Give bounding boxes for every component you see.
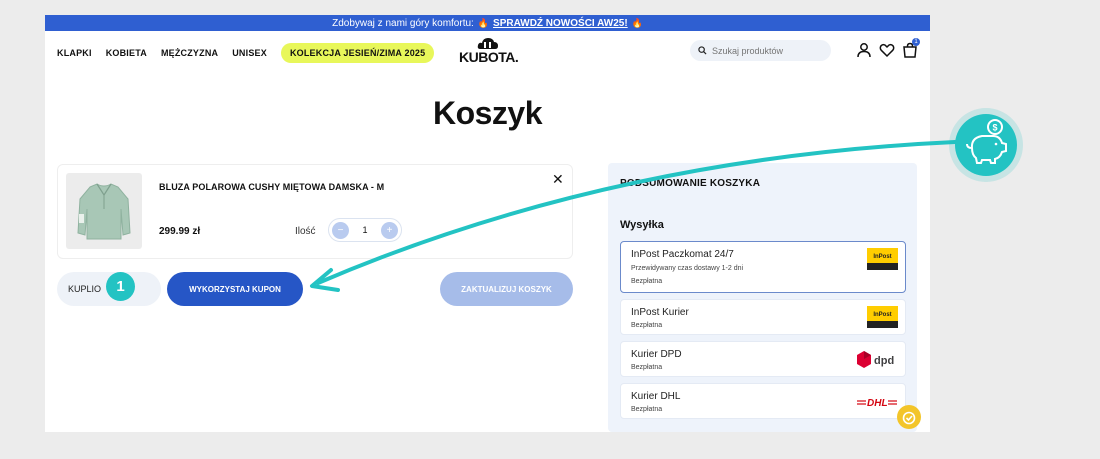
shipping-option-price: Bezpłatna	[631, 278, 663, 285]
product-price: 299.99 zł	[159, 226, 201, 237]
promo-text: Zdobywaj z nami góry komfortu:	[332, 17, 474, 29]
nav-item-collection[interactable]: KOLEKCJA JESIEŃ/ZIMA 2025	[280, 43, 435, 63]
cloud-logo-icon	[477, 38, 498, 49]
remove-item-icon[interactable]: ✕	[552, 171, 564, 188]
nav-item-kobieta[interactable]: KOBIETA	[106, 48, 147, 58]
shipping-option-price: Bezpłatna	[631, 406, 663, 413]
kubota-logo[interactable]: KUBOTA.	[459, 37, 519, 65]
quantity-stepper: − 1 +	[328, 218, 402, 242]
svg-text:InPost: InPost	[873, 254, 891, 260]
main-nav: KLAPKI KOBIETA MĘŻCZYZNA UNISEX KOLEKCJA…	[57, 43, 435, 63]
promo-bar[interactable]: Zdobywaj z nami góry komfortu: 🔥 SPRAWDŹ…	[45, 15, 930, 31]
page-title: Koszyk	[432, 95, 543, 131]
svg-text:$: $	[992, 123, 997, 133]
promo-link[interactable]: SPRAWDŹ NOWOŚCI AW25!	[493, 18, 628, 29]
shipping-option-price: Bezpłatna	[631, 364, 663, 371]
cart-count-badge: 1	[912, 38, 920, 46]
svg-text:InPost: InPost	[873, 312, 891, 318]
shipping-option-dpd[interactable]: Kurier DPD Bezpłatna dpd	[620, 341, 906, 377]
shipping-option-inpost-paczkomat[interactable]: InPost Paczkomat 24/7 Przewidywany czas …	[620, 241, 906, 293]
coupon-code-text: KUPLIO	[68, 284, 102, 294]
quantity-label: Ilość	[295, 226, 316, 237]
inpost-logo-icon: InPost	[867, 248, 898, 270]
shipping-label: Wysyłka	[620, 219, 664, 231]
product-name[interactable]: BLUZA POLAROWA CUSHY MIĘTOWA DAMSKA - M	[159, 182, 384, 192]
piggy-bank-badge: $	[955, 114, 1017, 176]
user-icon[interactable]	[856, 42, 872, 58]
update-cart-button[interactable]: ZAKTUALIZUJ KOSZYK	[440, 272, 573, 306]
increase-quantity-button[interactable]: +	[380, 221, 398, 239]
shipping-option-name: Kurier DPD	[631, 349, 682, 360]
cart-summary-panel: PODSUMOWANIE KOSZYKA Wysyłka InPost Pacz…	[608, 163, 917, 432]
shipping-option-inpost-kurier[interactable]: InPost Kurier Bezpłatna InPost	[620, 299, 906, 335]
piggy-bank-icon: $	[966, 119, 1007, 164]
rewards-widget-button[interactable]	[897, 405, 921, 429]
search-input[interactable]	[712, 45, 822, 56]
shipping-option-name: Kurier DHL	[631, 391, 681, 402]
shipping-option-price: Bezpłatna	[631, 322, 663, 329]
logo-text: KUBOTA.	[459, 49, 519, 65]
cart-button[interactable]: 1	[902, 38, 920, 58]
shipping-option-eta: Przewidywany czas dostawy 1-2 dni	[631, 265, 744, 272]
nav-item-klapki[interactable]: KLAPKI	[57, 48, 92, 58]
summary-title: PODSUMOWANIE KOSZYKA	[620, 178, 761, 189]
cart-item-card: BLUZA POLAROWA CUSHY MIĘTOWA DAMSKA - M …	[57, 164, 573, 259]
svg-text:DHL: DHL	[867, 398, 888, 409]
dhl-logo-icon: DHL	[857, 398, 897, 409]
timer-icon	[902, 411, 916, 425]
fleece-jacket-image	[77, 183, 131, 240]
browser-page: Zdobywaj z nami góry komfortu: 🔥 SPRAWDŹ…	[45, 15, 930, 432]
decrease-quantity-button[interactable]: −	[332, 221, 349, 239]
search-box[interactable]	[690, 40, 831, 61]
search-icon	[698, 46, 707, 55]
nav-item-unisex[interactable]: UNISEX	[232, 48, 267, 58]
nav-item-mezczyzna[interactable]: MĘŻCZYZNA	[161, 48, 218, 58]
shipping-option-name: InPost Paczkomat 24/7	[631, 249, 734, 260]
dpd-logo-icon: dpd	[857, 351, 894, 368]
flame-icon: 🔥	[631, 17, 643, 28]
step-number-badge: 1	[106, 272, 135, 301]
shipping-option-name: InPost Kurier	[631, 307, 689, 318]
heart-icon[interactable]	[879, 42, 895, 58]
apply-coupon-button[interactable]: WYKORZYSTAJ KUPON	[167, 272, 303, 306]
flame-icon: 🔥	[477, 17, 490, 28]
svg-text:dpd: dpd	[874, 355, 894, 367]
inpost-logo-icon: InPost	[867, 306, 898, 328]
quantity-value[interactable]: 1	[362, 225, 367, 235]
shipping-option-dhl[interactable]: Kurier DHL Bezpłatna DHL	[620, 383, 906, 419]
product-image[interactable]	[66, 173, 142, 249]
